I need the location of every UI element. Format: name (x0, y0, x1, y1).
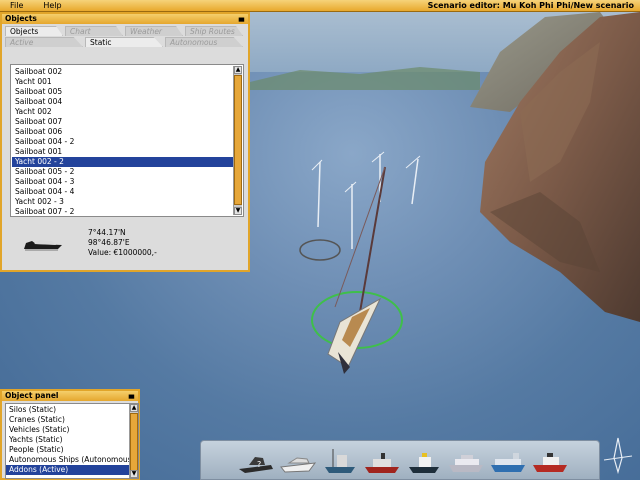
list-item[interactable]: Sailboat 002 (12, 67, 233, 77)
list-item[interactable]: Cranes (Static) (6, 415, 130, 425)
minimize-icon[interactable]: ▄ (128, 391, 135, 400)
longitude-value: 98°46.87'E (88, 238, 130, 247)
object-panel-scrollbar[interactable]: ▲ ▼ (129, 404, 138, 478)
scroll-down-icon[interactable]: ▼ (234, 207, 242, 215)
list-item[interactable]: Sailboat 004 (12, 97, 233, 107)
tab-chart[interactable]: Chart (65, 26, 123, 36)
object-panel-list: Silos (Static) Cranes (Static) Vehicles (S… (5, 403, 139, 479)
subtab-active[interactable]: Active (5, 37, 83, 47)
selected-yacht (299, 151, 421, 374)
tab-objects[interactable]: Objects (5, 26, 63, 36)
tugboat-icon[interactable] (363, 445, 401, 477)
objects-tabs: Objects Chart Weather Ship Routes (5, 26, 245, 36)
objects-window-titlebar[interactable]: Objects ▄ (2, 14, 248, 24)
fishing-boat-icon[interactable] (405, 445, 443, 477)
list-item[interactable]: Sailboat 004 - 3 (12, 177, 233, 187)
object-panel: Object panel ▄ Silos (Static) Cranes (Sta… (0, 389, 140, 480)
list-item[interactable]: Yacht 002 - 3 (12, 197, 233, 207)
list-item[interactable]: Vehicles (Static) (6, 425, 130, 435)
patrol-boat-icon[interactable]: ? (237, 445, 275, 477)
minimize-icon[interactable]: ▄ (238, 14, 245, 23)
scroll-thumb[interactable] (130, 413, 138, 471)
list-item[interactable]: Yacht 001 (12, 77, 233, 87)
list-item[interactable]: Sailboat 006 (12, 127, 233, 137)
menu-help[interactable]: Help (33, 1, 71, 10)
scroll-down-icon[interactable]: ▼ (130, 470, 138, 478)
menu-file[interactable]: File (0, 1, 33, 10)
menu-bar: File Help Scenario editor: Mu Koh Phi Ph… (0, 0, 640, 12)
subtab-static[interactable]: Static (85, 37, 163, 47)
list-item[interactable]: Sailboat 001 (12, 147, 233, 157)
list-item[interactable]: Yachts (Static) (6, 435, 130, 445)
list-item[interactable]: Autonomous Ships (Autonomous) (6, 455, 135, 465)
subtab-autonomous[interactable]: Autonomous (165, 37, 243, 47)
yacht-thumbnail-icon (24, 240, 62, 251)
list-item[interactable]: Silos (Static) (6, 405, 130, 415)
list-item[interactable]: Yacht 002 - 2 (12, 157, 233, 167)
fire-tug-icon[interactable] (531, 445, 569, 477)
vessel-toolbar: ? (200, 440, 600, 480)
latitude-value: 7°44.17'N (88, 228, 126, 237)
list-item[interactable]: People (Static) (6, 445, 130, 455)
objects-list-scrollbar[interactable]: ▲ ▼ (233, 66, 242, 215)
list-item[interactable]: Sailboat 004 - 4 (12, 187, 233, 197)
svg-text:?: ? (257, 460, 261, 469)
list-item[interactable]: Sailboat 005 - 2 (12, 167, 233, 177)
object-details: 7°44.17'N 98°46.87'E Value: €1000000,- (8, 224, 246, 268)
object-panel-titlebar[interactable]: Object panel ▄ (2, 391, 138, 401)
scroll-up-icon[interactable]: ▲ (234, 66, 242, 74)
tab-weather[interactable]: Weather (125, 26, 183, 36)
list-item[interactable]: Sailboat 007 - 2 (12, 207, 233, 217)
container-ship-icon[interactable] (489, 445, 527, 477)
objects-window: Objects ▄ Objects Chart Weather Ship Rou… (0, 12, 250, 272)
motor-yacht-icon[interactable] (279, 445, 317, 477)
scroll-thumb[interactable] (234, 75, 242, 205)
window-title: Scenario editor: Mu Koh Phi Phi/New scen… (427, 1, 634, 10)
objects-window-title: Objects (5, 14, 37, 23)
objects-subtabs: Active Static Autonomous (5, 37, 245, 47)
list-item[interactable]: Yacht 002 (12, 107, 233, 117)
list-item[interactable]: Addons (Active) (6, 465, 130, 475)
list-item[interactable]: Sailboat 005 (12, 87, 233, 97)
list-item[interactable]: Sailboat 004 - 2 (12, 137, 233, 147)
compass-icon[interactable] (602, 436, 634, 476)
object-value: Value: €1000000,- (88, 248, 157, 257)
ferry-icon[interactable] (447, 445, 485, 477)
object-panel-title: Object panel (5, 391, 59, 400)
objects-list: Sailboat 002 Yacht 001 Sailboat 005 Sailboa… (10, 64, 244, 217)
list-item[interactable]: Sailboat 007 (12, 117, 233, 127)
trawler-icon[interactable] (321, 445, 359, 477)
tab-ship-routes[interactable]: Ship Routes (185, 26, 243, 36)
scroll-up-icon[interactable]: ▲ (130, 404, 138, 412)
